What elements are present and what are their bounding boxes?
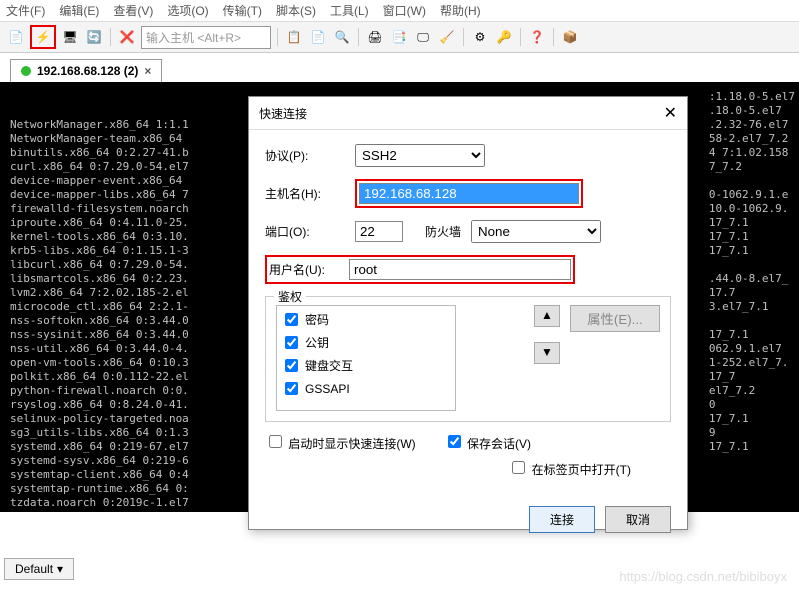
help-icon[interactable]: ❓ bbox=[527, 27, 547, 47]
menu-edit[interactable]: 编辑(E) bbox=[59, 2, 99, 19]
transfer-icon[interactable]: 📦 bbox=[560, 27, 580, 47]
auth-gssapi[interactable]: GSSAPI bbox=[281, 379, 451, 398]
protocol-select[interactable]: SSH2 bbox=[355, 144, 485, 167]
username-input[interactable] bbox=[349, 259, 571, 280]
separator bbox=[553, 28, 554, 46]
auth-legend: 鉴权 bbox=[274, 288, 306, 305]
session-selector[interactable]: Default ▾ bbox=[4, 558, 74, 580]
print-icon[interactable]: 🖨 bbox=[365, 27, 385, 47]
move-up-button[interactable]: ▲ bbox=[534, 305, 560, 327]
settings-icon[interactable]: ⚙ bbox=[470, 27, 490, 47]
copy-icon[interactable]: 📋 bbox=[284, 27, 304, 47]
toolbar: 📄 ⚡ 🖥 🔄 ❌ 输入主机 <Alt+R> 📋 📄 🔍 🖨 📑 🖵 🧹 ⚙ 🔑… bbox=[0, 22, 799, 53]
firewall-label: 防火墙 bbox=[425, 223, 461, 240]
port-input[interactable] bbox=[355, 221, 403, 242]
highlight-username: 用户名(U): bbox=[265, 255, 575, 284]
log-icon[interactable]: 📑 bbox=[389, 27, 409, 47]
auth-fieldset: 鉴权 密码 公钥 键盘交互 GSSAPI ▲ 属性(E)... ▼ bbox=[265, 296, 671, 422]
menu-view[interactable]: 查看(V) bbox=[113, 2, 153, 19]
watermark: https://blog.csdn.net/bibiboyx bbox=[619, 569, 787, 584]
status-bar: Default ▾ bbox=[4, 558, 74, 580]
properties-button[interactable]: 属性(E)... bbox=[570, 305, 660, 332]
cancel-button[interactable]: 取消 bbox=[605, 506, 671, 533]
new-session-icon[interactable]: 📄 bbox=[6, 27, 26, 47]
separator bbox=[277, 28, 278, 46]
username-label: 用户名(U): bbox=[269, 261, 341, 278]
menu-window[interactable]: 窗口(W) bbox=[383, 2, 426, 19]
tab-close-icon[interactable]: × bbox=[144, 64, 151, 78]
status-dot-icon bbox=[21, 66, 31, 76]
terminal-text-left: NetworkManager.x86_64 1:1.1 NetworkManag… bbox=[10, 118, 189, 509]
screen-icon[interactable]: 🖵 bbox=[413, 27, 433, 47]
dialog-title: 快速连接 bbox=[259, 105, 307, 122]
port-label: 端口(O): bbox=[265, 223, 345, 240]
key-icon[interactable]: 🔑 bbox=[494, 27, 514, 47]
terminal-text-right: :1.18.0-5.el7 .18.0-5.el7 .2.32-76.el7 5… bbox=[709, 90, 795, 454]
disconnect-icon[interactable]: ❌ bbox=[117, 27, 137, 47]
show-quick-checkbox[interactable]: 启动时显示快速连接(W) bbox=[265, 432, 416, 452]
hostname-input[interactable] bbox=[359, 183, 579, 204]
highlight-quick-connect: ⚡ bbox=[30, 25, 56, 49]
menu-script[interactable]: 脚本(S) bbox=[276, 2, 316, 19]
auth-publickey[interactable]: 公钥 bbox=[281, 333, 451, 352]
quick-connect-icon[interactable]: ⚡ bbox=[33, 27, 53, 47]
dialog-titlebar: 快速连接 ✕ bbox=[249, 97, 687, 130]
move-down-button[interactable]: ▼ bbox=[534, 342, 560, 364]
open-in-tab-checkbox[interactable]: 在标签页中打开(T) bbox=[508, 458, 631, 478]
host-quick-input[interactable]: 输入主机 <Alt+R> bbox=[141, 26, 271, 49]
close-icon[interactable]: ✕ bbox=[664, 103, 677, 123]
clear-icon[interactable]: 🧹 bbox=[437, 27, 457, 47]
menu-transfer[interactable]: 传输(T) bbox=[223, 2, 262, 19]
auth-password[interactable]: 密码 bbox=[281, 310, 451, 329]
auth-list[interactable]: 密码 公钥 键盘交互 GSSAPI bbox=[276, 305, 456, 411]
chevron-down-icon: ▾ bbox=[57, 562, 63, 576]
paste-icon[interactable]: 📄 bbox=[308, 27, 328, 47]
separator bbox=[463, 28, 464, 46]
menu-help[interactable]: 帮助(H) bbox=[440, 2, 481, 19]
session-selector-label: Default bbox=[15, 562, 53, 576]
firewall-select[interactable]: None bbox=[471, 220, 601, 243]
find-icon[interactable]: 🔍 bbox=[332, 27, 352, 47]
auth-keyboard[interactable]: 键盘交互 bbox=[281, 356, 451, 375]
separator bbox=[358, 28, 359, 46]
session-tab[interactable]: 192.168.68.128 (2) × bbox=[10, 59, 162, 82]
menu-options[interactable]: 选项(O) bbox=[167, 2, 208, 19]
connect-button[interactable]: 连接 bbox=[529, 506, 595, 533]
separator bbox=[520, 28, 521, 46]
hostname-label: 主机名(H): bbox=[265, 185, 345, 202]
save-session-checkbox[interactable]: 保存会话(V) bbox=[444, 432, 531, 452]
quick-connect-dialog: 快速连接 ✕ 协议(P): SSH2 主机名(H): 端口(O): 防火墙 No… bbox=[248, 96, 688, 530]
menu-tools[interactable]: 工具(L) bbox=[330, 2, 369, 19]
tab-bar: 192.168.68.128 (2) × bbox=[0, 53, 799, 82]
menu-bar: 文件(F) 编辑(E) 查看(V) 选项(O) 传输(T) 脚本(S) 工具(L… bbox=[0, 0, 799, 22]
highlight-hostname bbox=[355, 179, 583, 208]
tab-title: 192.168.68.128 (2) bbox=[37, 64, 138, 78]
menu-file[interactable]: 文件(F) bbox=[6, 2, 45, 19]
sessions-icon[interactable]: 🖥 bbox=[60, 27, 80, 47]
protocol-label: 协议(P): bbox=[265, 147, 345, 164]
reconnect-icon[interactable]: 🔄 bbox=[84, 27, 104, 47]
separator bbox=[110, 28, 111, 46]
